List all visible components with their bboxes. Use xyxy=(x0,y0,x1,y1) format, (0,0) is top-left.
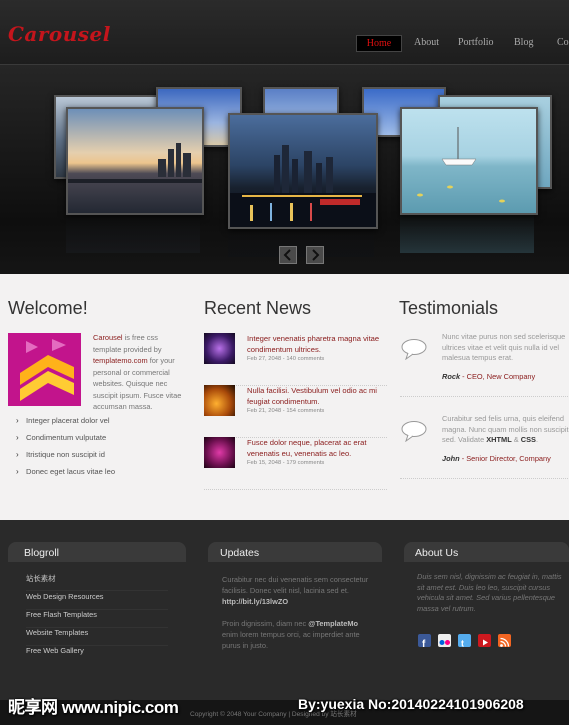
news-link[interactable]: Fusce dolor neque, placerat ac erat vene… xyxy=(247,437,389,459)
news-thumbnail[interactable] xyxy=(204,333,235,364)
site-header: Carousel Home About Portfolio Blog Co xyxy=(0,0,569,65)
welcome-image xyxy=(8,333,81,406)
blogroll-title: Blogroll xyxy=(24,547,60,559)
arrow-right-icon: › xyxy=(16,433,19,442)
watermark-left: 昵享网 www.nipic.com xyxy=(8,698,179,717)
rss-icon[interactable] xyxy=(498,634,511,647)
list-item[interactable]: › Integer placerat dolor vel xyxy=(16,415,115,432)
update-item: Proin dignissim, diam nec @TemplateMo en… xyxy=(222,619,360,650)
speech-bubble-icon xyxy=(401,421,427,442)
news-thumbnail[interactable] xyxy=(204,437,235,468)
news-item: Nulla facilisi. Vestibulum vel odio ac m… xyxy=(204,385,387,438)
testimonial: Nunc vitae purus non sed scelerisque ult… xyxy=(400,332,569,397)
photo-reflection xyxy=(228,227,374,257)
news-link[interactable]: Nulla facilisi. Vestibulum vel odio ac m… xyxy=(247,385,389,407)
brand-link[interactable]: Carousel xyxy=(93,333,123,342)
arrow-right-icon: › xyxy=(16,467,19,476)
testimonial-text: Curabitur sed felis urna, quis eleifend … xyxy=(442,414,569,444)
speech-bubble-icon xyxy=(401,339,427,360)
updates-title: Updates xyxy=(220,547,260,559)
welcome-text: Carousel is free css template provided b… xyxy=(93,333,182,411)
arrow-right-icon: › xyxy=(16,450,19,459)
news-item: Integer venenatis pharetra magna vitae c… xyxy=(204,333,387,386)
arrow-right-icon: › xyxy=(16,416,19,425)
news-meta: Feb 21, 2048 - 154 comments xyxy=(247,408,325,414)
chevron-left-icon xyxy=(283,249,291,261)
twitter-icon[interactable]: t xyxy=(458,634,471,649)
carousel-photo[interactable] xyxy=(66,107,204,215)
css-link[interactable]: CSS xyxy=(521,435,536,444)
carousel-prev-button[interactable] xyxy=(279,246,297,264)
photo-reflection xyxy=(400,213,534,253)
news-link[interactable]: Integer venenatis pharetra magna vitae c… xyxy=(247,333,389,355)
testimonial-author: John - Senior Director, Company xyxy=(442,454,551,463)
facebook-icon[interactable]: f xyxy=(418,634,431,650)
blogroll-link[interactable]: Free Flash Templates xyxy=(26,610,168,628)
nav-blog[interactable]: Blog xyxy=(514,35,533,50)
night-city-icon xyxy=(230,145,376,227)
welcome-title: Welcome! xyxy=(8,298,88,318)
news-meta: Feb 15, 2048 - 179 comments xyxy=(247,460,325,466)
image-carousel xyxy=(0,65,569,274)
carousel-next-button[interactable] xyxy=(306,246,324,264)
list-item[interactable]: › Itristique non suscipit id xyxy=(16,449,115,466)
photo-reflection xyxy=(66,213,200,253)
youtube-icon[interactable] xyxy=(478,634,491,647)
update-item: Curabitur nec dui venenatis sem consecte… xyxy=(222,575,369,606)
chevron-right-icon xyxy=(312,249,320,261)
carousel-photo[interactable] xyxy=(228,113,378,229)
blogroll-link[interactable]: 站长素材 xyxy=(26,573,168,591)
news-thumbnail[interactable] xyxy=(204,385,235,416)
arrows-graphic-icon xyxy=(8,333,81,406)
main-content: Welcome! Carousel is free css template p… xyxy=(0,274,569,520)
news-item: Fusce dolor neque, placerat ac erat vene… xyxy=(204,437,387,490)
nav-home[interactable]: Home xyxy=(356,35,402,52)
templatemo-link[interactable]: templatemo.com xyxy=(93,356,148,365)
list-item[interactable]: › Donec eget lacus vitae leo xyxy=(16,466,115,483)
news-title: Recent News xyxy=(204,298,312,318)
carousel-photo[interactable] xyxy=(400,107,538,215)
nav-portfolio[interactable]: Portfolio xyxy=(458,35,494,50)
testimonial: Curabitur sed felis urna, quis eleifend … xyxy=(400,414,569,479)
blogroll-link[interactable]: Website Templates xyxy=(26,628,168,646)
city-skyline-icon xyxy=(68,143,202,183)
blogroll-link[interactable]: Web Design Resources xyxy=(26,592,168,610)
welcome-list: › Integer placerat dolor vel › Condimentum… xyxy=(16,415,115,483)
list-item[interactable]: › Condimentum vulputate xyxy=(16,432,115,449)
nav-contact[interactable]: Co xyxy=(557,35,569,50)
news-meta: Feb 27, 2048 - 140 comments xyxy=(247,356,325,362)
update-link[interactable]: @TemplateMo xyxy=(308,619,358,628)
site-logo[interactable]: Carousel xyxy=(8,22,111,46)
nav-about[interactable]: About xyxy=(414,35,439,50)
svg-text:f: f xyxy=(422,639,426,649)
flickr-icon[interactable] xyxy=(438,634,451,647)
testimonial-author: Rock - CEO, New Company xyxy=(442,372,536,381)
boat-icon xyxy=(417,127,505,203)
svg-text:t: t xyxy=(461,639,464,649)
blogroll-link[interactable]: Free Web Gallery xyxy=(26,646,168,663)
watermark-right: By:yuexia No:20140224101906208 xyxy=(298,696,524,712)
testimonial-text: Nunc vitae purus non sed scelerisque ult… xyxy=(442,332,566,362)
about-text: Duis sem nisl, dignissim ac feugiat in, … xyxy=(417,572,562,613)
update-link[interactable]: http://bit.ly/13lwZO xyxy=(222,597,288,606)
testimonials-title: Testimonials xyxy=(399,298,499,318)
about-title: About Us xyxy=(415,547,459,559)
xhtml-link[interactable]: XHTML xyxy=(486,435,511,444)
